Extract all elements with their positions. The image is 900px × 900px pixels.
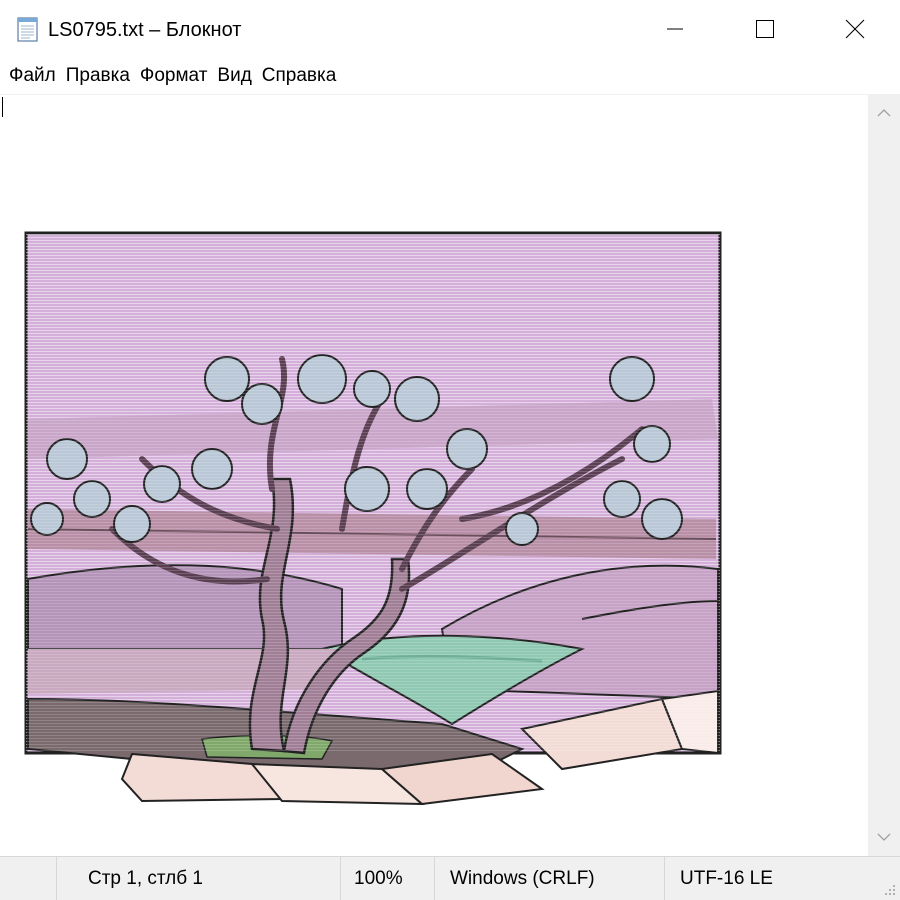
menu-help[interactable]: Справка (257, 58, 342, 94)
chevron-up-icon (877, 109, 891, 117)
close-icon (845, 19, 865, 39)
menu-view[interactable]: Вид (212, 58, 256, 94)
menu-edit[interactable]: Правка (61, 58, 135, 94)
status-cursor-position: Стр 1, стлб 1 (88, 868, 203, 889)
menu-file[interactable]: Файл (4, 58, 61, 94)
title-bar[interactable]: LS0795.txt – Блокнот (0, 0, 900, 58)
maximize-icon (756, 20, 774, 38)
window-title: LS0795.txt – Блокнот (48, 19, 242, 41)
chevron-down-icon (877, 833, 891, 841)
status-zoom: 100% (354, 868, 403, 889)
status-bar: Стр 1, стлб 1 100% Windows (CRLF) UTF-16… (0, 856, 900, 900)
status-separator (56, 857, 57, 900)
notepad-icon (17, 17, 38, 42)
resize-grip-icon[interactable] (884, 884, 896, 896)
maximize-button[interactable] (720, 0, 810, 58)
status-line-endings: Windows (CRLF) (450, 868, 595, 889)
notepad-window: LS0795.txt – Блокнот Файл Правка Формат … (0, 0, 900, 900)
menu-format[interactable]: Формат (135, 58, 213, 94)
scroll-down-button[interactable] (868, 818, 900, 856)
minimize-button[interactable] (630, 0, 720, 58)
vertical-scrollbar[interactable] (868, 94, 900, 856)
ascii-art-illustration (24, 231, 722, 805)
close-button[interactable] (810, 0, 900, 58)
text-editor[interactable] (0, 94, 868, 856)
minimize-icon (667, 28, 683, 30)
scroll-up-button[interactable] (868, 94, 900, 132)
menu-bar: Файл Правка Формат Вид Справка (0, 58, 900, 94)
status-separator (664, 857, 665, 900)
text-caret (2, 97, 3, 117)
status-separator (434, 857, 435, 900)
status-separator (340, 857, 341, 900)
status-encoding: UTF-16 LE (680, 868, 773, 889)
